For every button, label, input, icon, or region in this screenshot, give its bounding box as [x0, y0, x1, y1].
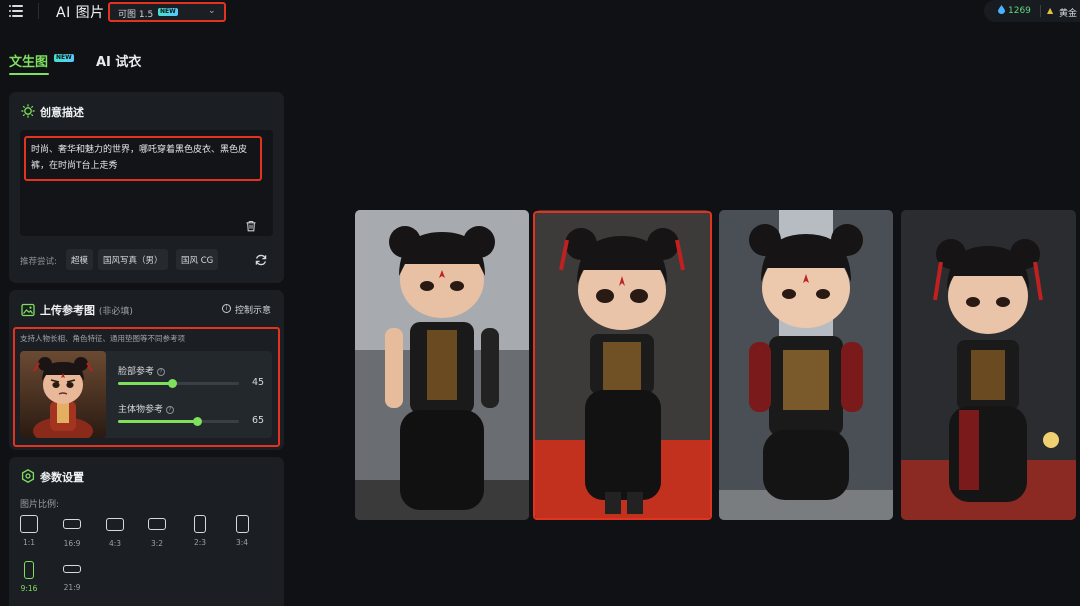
chevron-down-icon: ⌄	[208, 6, 216, 16]
prompt-panel-title: 创意描述	[40, 106, 84, 119]
ratio-option-2-3[interactable]: 2:3	[185, 515, 215, 547]
ratio-option-label: 9:16	[20, 584, 38, 593]
ratio-label: 图片比例:	[20, 500, 60, 510]
divider	[38, 3, 39, 19]
control-example-link[interactable]: 控制示意	[235, 303, 271, 316]
help-icon[interactable]: ?	[166, 406, 175, 414]
divider	[1040, 5, 1041, 17]
suggestion-chip[interactable]: 国风 CG	[176, 249, 219, 270]
ratio-shape	[148, 518, 166, 530]
suggestion-label: 推荐尝试:	[20, 257, 57, 267]
ratio-option-9-16[interactable]: 9:16	[14, 561, 44, 593]
active-tab-indicator	[9, 73, 49, 75]
drop-icon	[998, 5, 1005, 14]
tab-ai-tryon[interactable]: AI 试衣	[96, 51, 141, 70]
subject-reference-text: 主体物参考	[118, 405, 164, 415]
face-reference-value: 45	[252, 377, 265, 388]
lightbulb-icon	[21, 104, 35, 118]
selected-image-highlight	[533, 211, 712, 520]
subject-reference-slider[interactable]	[118, 417, 239, 426]
ratio-option-label: 3:4	[235, 538, 249, 547]
model-select-label: 可图 1.5	[118, 10, 154, 20]
slider-fill	[118, 420, 197, 423]
slider-fill	[118, 382, 173, 385]
subject-reference-value: 65	[252, 415, 265, 426]
menu-icon[interactable]	[9, 4, 25, 18]
ratio-option-21-9[interactable]: 21:9	[57, 565, 87, 592]
ratio-option-3-2[interactable]: 3:2	[142, 518, 172, 548]
credits-display[interactable]: 1269 ▲ 黄金	[984, 0, 1080, 22]
ratio-option-1-1[interactable]: 1:1	[14, 515, 44, 547]
suggestion-chip[interactable]: 国风写真（男）	[98, 249, 168, 270]
ratio-option-label: 2:3	[193, 538, 207, 547]
ratio-option-label: 21:9	[63, 583, 81, 592]
reference-thumbnail[interactable]	[20, 351, 106, 438]
subject-reference-label: 主体物参考?	[118, 402, 175, 415]
model-select[interactable]: 可图 1.5 NEW ⌄	[108, 2, 226, 22]
ratio-shape	[63, 565, 81, 573]
generated-image-1[interactable]	[355, 210, 529, 520]
ratio-option-label: 3:2	[150, 539, 164, 548]
membership-tier: 黄金	[1059, 9, 1078, 19]
params-panel-title: 参数设置	[40, 471, 84, 484]
suggestion-chip[interactable]: 超模	[66, 249, 94, 270]
help-icon[interactable]: ?	[157, 368, 166, 376]
ratio-option-label: 16:9	[63, 539, 81, 548]
reference-panel-title: 上传参考图 (非必填)	[40, 302, 133, 318]
new-badge: NEW	[54, 54, 74, 62]
generated-image-4[interactable]	[901, 210, 1076, 520]
face-reference-text: 脸部参考	[118, 367, 155, 377]
generated-image-3[interactable]	[719, 210, 893, 520]
refresh-icon[interactable]	[254, 253, 268, 267]
ratio-option-16-9[interactable]: 16:9	[57, 519, 87, 548]
credit-balance: 1269	[1008, 6, 1031, 16]
ratio-option-4-3[interactable]: 4:3	[100, 518, 130, 548]
prompt-text[interactable]: 时尚、奢华和魅力的世界，哪吒穿着黑色皮衣、黑色皮裤，在时尚T台上走秀	[31, 142, 259, 174]
top-bar: AI 图片 可图 1.5 NEW ⌄ 1269 ▲ 黄金	[0, 0, 1080, 24]
ratio-shape	[63, 519, 81, 529]
tab-text-to-image[interactable]: 文生图	[9, 51, 48, 70]
ratio-option-label: 4:3	[108, 539, 122, 548]
page-title: AI 图片	[56, 5, 105, 21]
reference-optional-label: (非必填)	[98, 307, 133, 317]
image-icon	[21, 303, 35, 317]
new-badge: NEW	[158, 8, 178, 16]
ratio-shape	[106, 518, 124, 531]
ratio-shape	[20, 515, 38, 533]
settings-hex-icon	[21, 469, 35, 483]
face-reference-slider[interactable]	[118, 379, 239, 388]
ratio-shape	[24, 561, 34, 579]
ratio-shape	[235, 515, 249, 533]
trash-icon[interactable]	[245, 220, 257, 232]
ratio-option-label: 1:1	[22, 538, 36, 547]
crown-icon: ▲	[1047, 6, 1054, 15]
ratio-option-3-4[interactable]: 3:4	[227, 515, 257, 547]
slider-handle[interactable]	[192, 417, 202, 426]
reference-title: 上传参考图	[40, 304, 95, 317]
reference-description: 支持人物长相、角色特征、通用垫图等不同参考项	[20, 334, 185, 343]
info-icon[interactable]: i	[222, 304, 231, 313]
face-reference-label: 脸部参考?	[118, 364, 166, 377]
ratio-shape	[194, 515, 206, 533]
